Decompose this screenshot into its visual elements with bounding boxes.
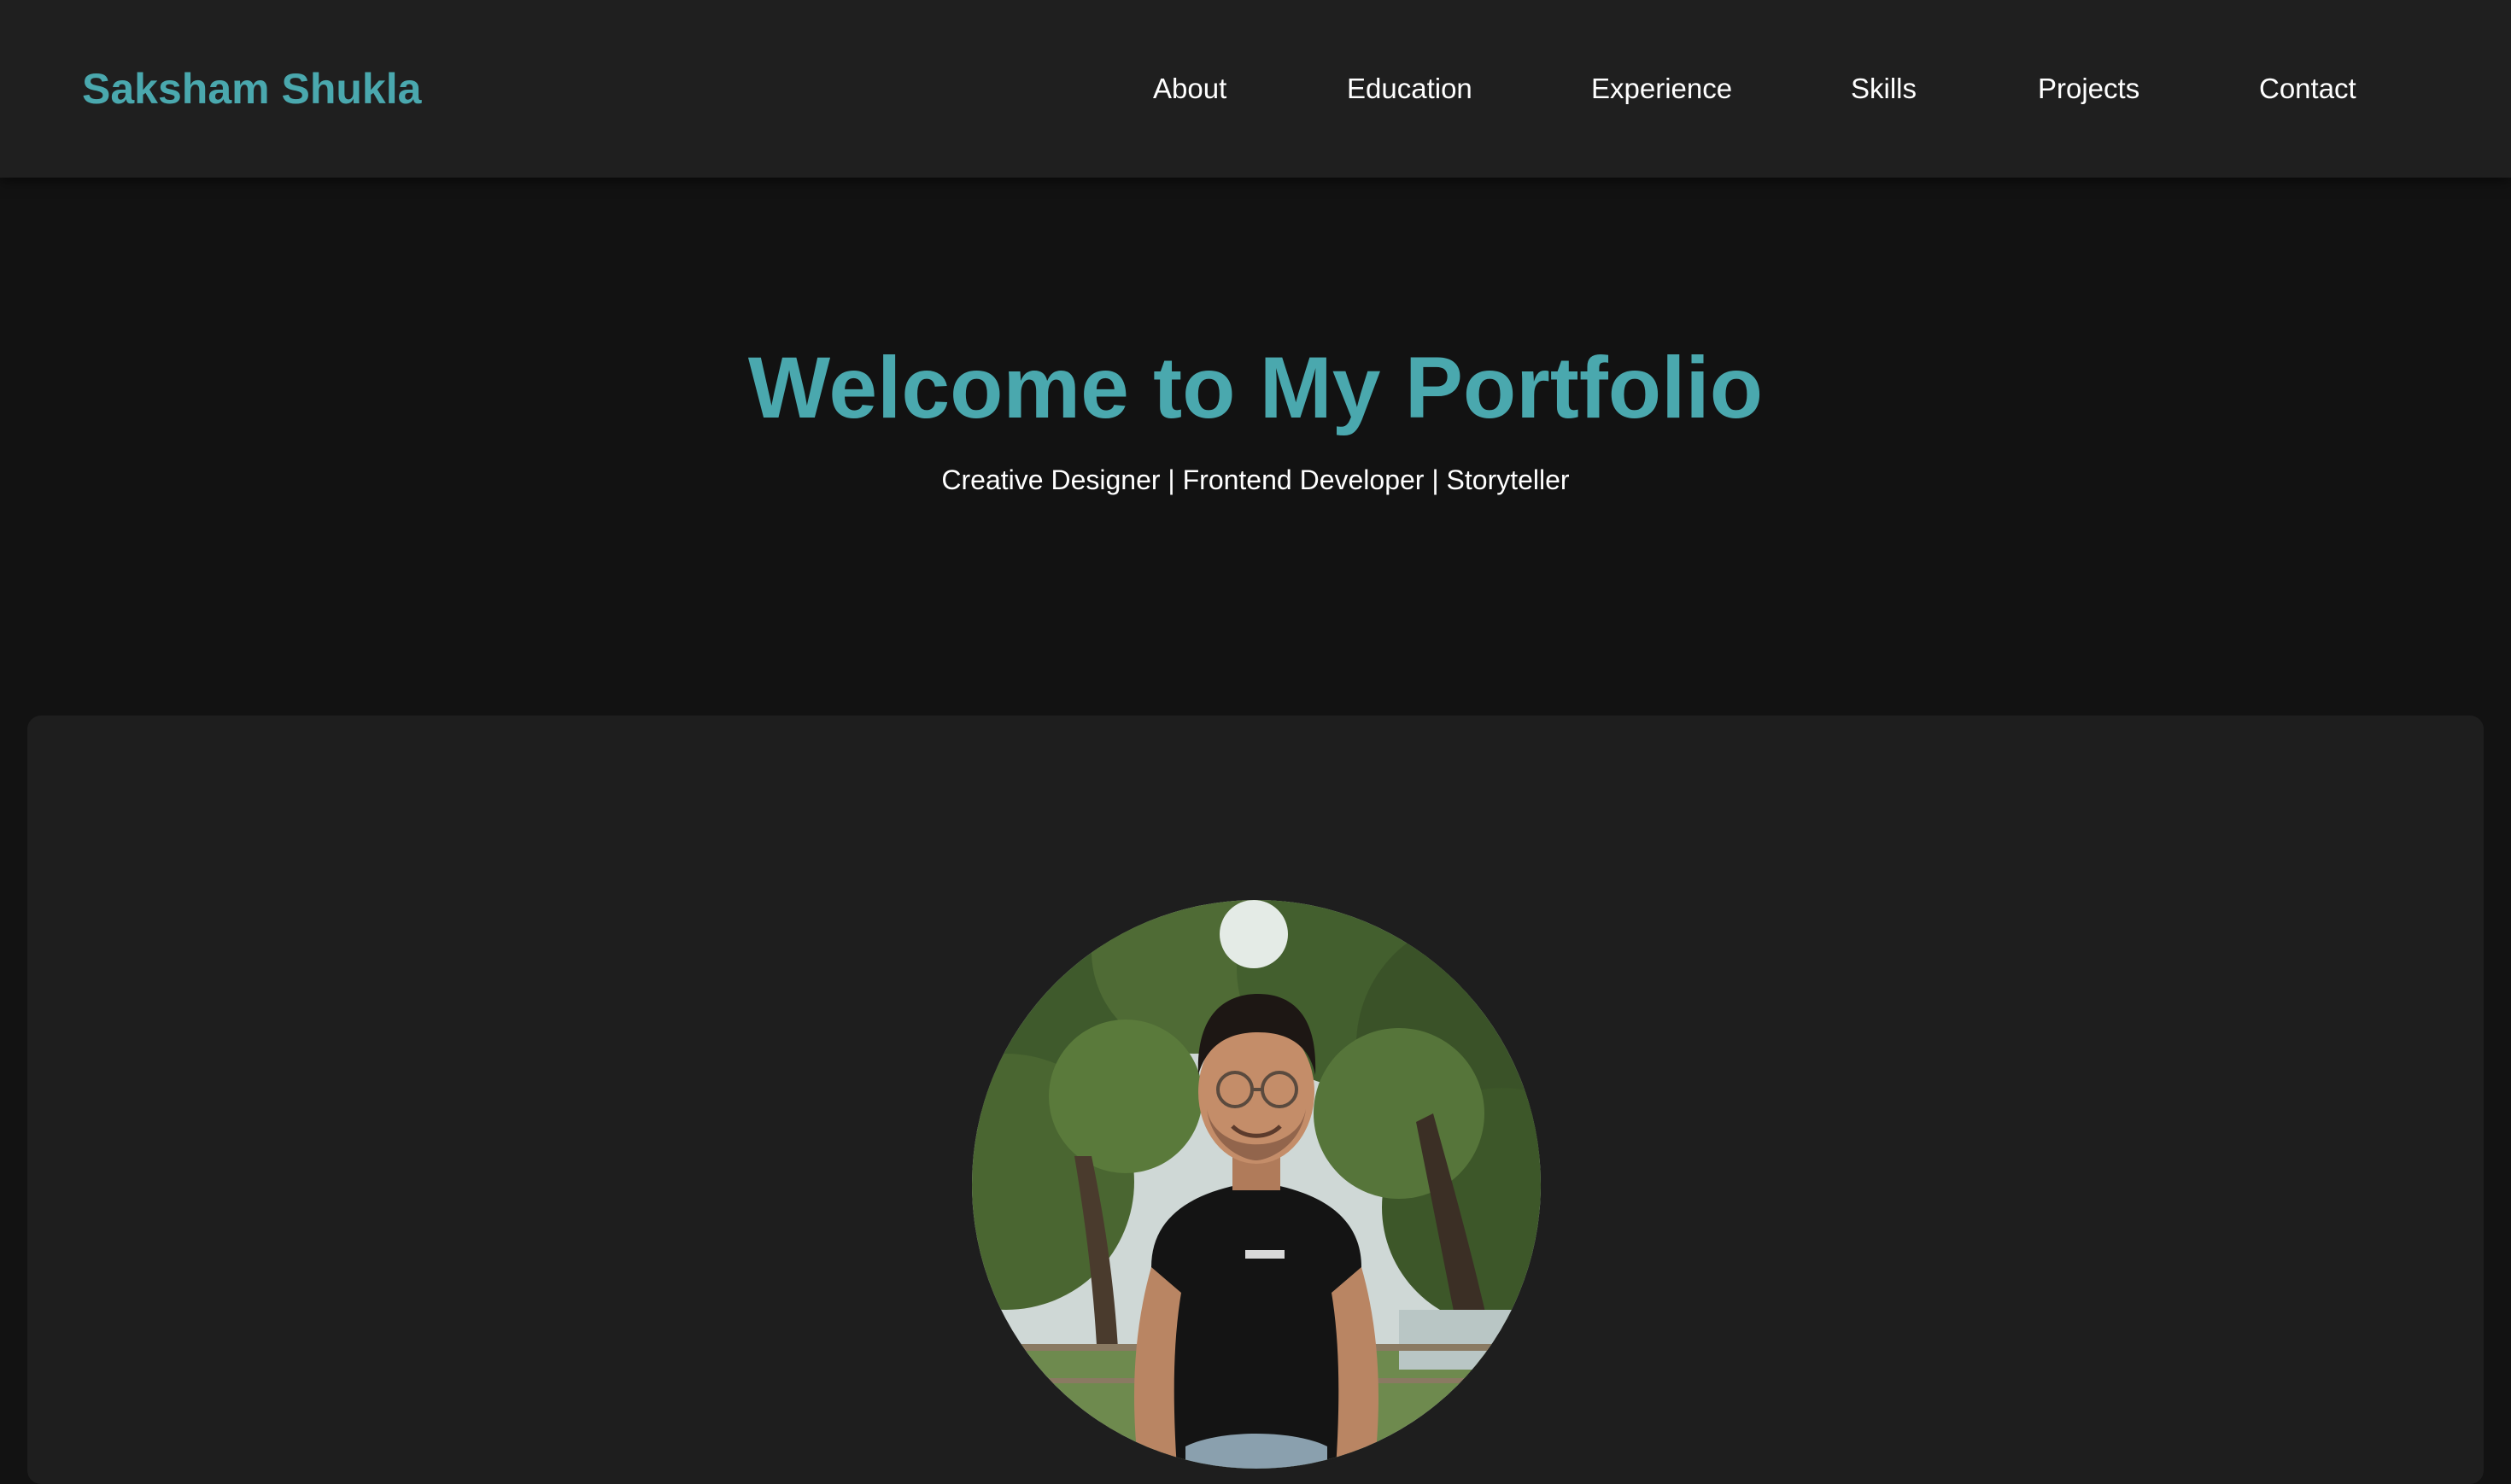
brand-logo[interactable]: Saksham Shukla xyxy=(82,0,421,178)
nav-link-experience[interactable]: Experience xyxy=(1591,0,1732,178)
nav-link-education[interactable]: Education xyxy=(1347,0,1472,178)
nav-link-contact[interactable]: Contact xyxy=(2259,0,2356,178)
nav-link-projects[interactable]: Projects xyxy=(2038,0,2139,178)
hero-subtitle: Creative Designer | Frontend Developer |… xyxy=(941,464,1570,495)
profile-photo-image xyxy=(972,900,1541,1469)
hero-section: Welcome to My Portfolio Creative Designe… xyxy=(0,178,2511,716)
nav-link-about[interactable]: About xyxy=(1153,0,1226,178)
nav-link-skills[interactable]: Skills xyxy=(1851,0,1917,178)
hero-title: Welcome to My Portfolio xyxy=(747,339,1764,436)
profile-photo xyxy=(972,900,1541,1469)
navbar: Saksham Shukla About Education Experienc… xyxy=(0,0,2511,178)
